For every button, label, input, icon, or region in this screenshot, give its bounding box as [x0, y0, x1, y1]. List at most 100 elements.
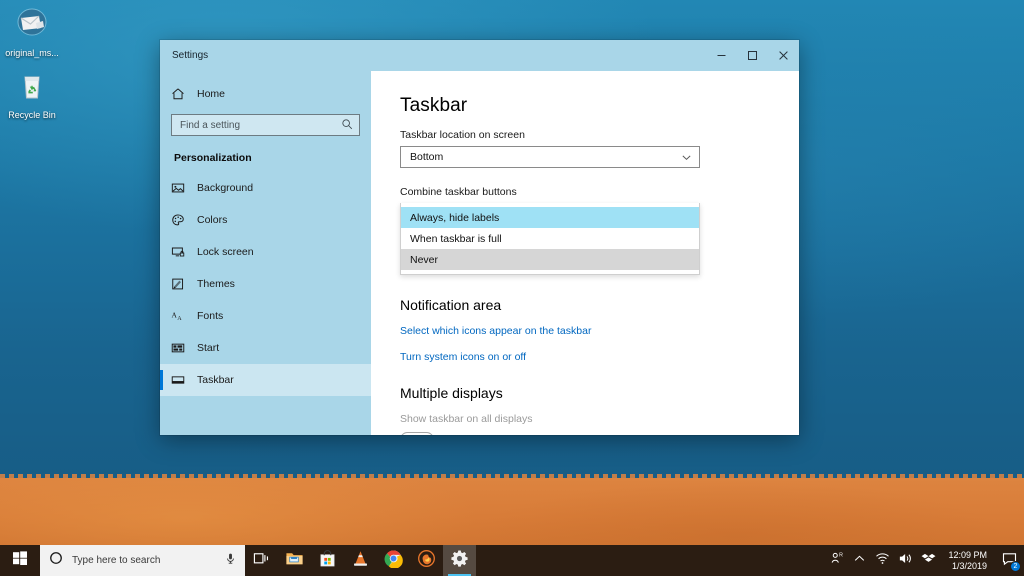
combine-buttons-listbox[interactable]: Always, hide labels When taskbar is full…: [400, 203, 700, 275]
listbox-option-label: Never: [410, 254, 438, 266]
taskbar-search-box[interactable]: Type here to search: [40, 545, 245, 576]
start-button[interactable]: [0, 545, 40, 576]
chevron-up-icon: [853, 552, 866, 570]
link-select-icons-on-taskbar[interactable]: Select which icons appear on the taskbar: [400, 325, 591, 337]
sidebar-item-colors[interactable]: Colors: [160, 204, 371, 236]
desktop-icon-label: original_ms...: [5, 48, 59, 58]
sidebar-item-label: Fonts: [197, 310, 223, 322]
taskbar-app-microsoft-store[interactable]: [311, 545, 344, 576]
show-taskbar-all-displays-toggle[interactable]: [400, 432, 434, 435]
desktop[interactable]: original_ms... Recycle Bin Settings: [0, 0, 1024, 576]
taskbar-app-google-chrome[interactable]: [377, 545, 410, 576]
clock-date: 1/3/2019: [952, 561, 987, 572]
multiple-displays-heading: Multiple displays: [400, 385, 799, 401]
tray-volume-button[interactable]: [894, 545, 917, 576]
taskbar[interactable]: Type here to search: [0, 545, 1024, 576]
maximize-icon: [747, 50, 758, 61]
listbox-option-label: When taskbar is full: [410, 233, 502, 245]
window-body: Home Personalization: [160, 71, 799, 435]
svg-text:R: R: [839, 552, 843, 558]
firefox-circle-icon: [417, 549, 436, 573]
microphone-icon[interactable]: [224, 552, 237, 570]
sidebar-item-lock-screen[interactable]: Lock screen: [160, 236, 371, 268]
themes-brush-icon: [171, 277, 197, 291]
toggle-state-label: Off: [445, 434, 459, 436]
page-title: Taskbar: [400, 95, 799, 117]
taskbar-app-file-explorer[interactable]: [278, 545, 311, 576]
search-input[interactable]: [180, 120, 341, 131]
settings-sidebar[interactable]: Home Personalization: [160, 71, 371, 435]
sidebar-item-fonts[interactable]: A A Fonts: [160, 300, 371, 332]
traffic-cone-icon: [351, 549, 370, 573]
store-bag-icon: [318, 549, 337, 573]
task-view-button[interactable]: [245, 545, 278, 576]
taskbar-location-dropdown[interactable]: Bottom: [400, 146, 700, 168]
taskbar-app-firefox[interactable]: [410, 545, 443, 576]
maximize-button[interactable]: [737, 40, 768, 71]
tray-show-hidden-icons-button[interactable]: [848, 545, 871, 576]
home-icon: [171, 87, 197, 101]
tray-people-button[interactable]: R: [825, 545, 848, 576]
clock[interactable]: 12:09 PM 1/3/2019: [940, 545, 995, 576]
cortana-circle-icon: [49, 551, 63, 570]
fonts-icon: A A: [171, 309, 197, 323]
minimize-icon: [716, 50, 727, 61]
desktop-icon-original-ms[interactable]: original_ms...: [0, 6, 64, 59]
close-button[interactable]: [768, 40, 799, 71]
listbox-option-never[interactable]: Never: [401, 249, 699, 270]
dropbox-icon: [921, 551, 936, 571]
notification-area-heading: Notification area: [400, 297, 799, 313]
clock-time: 12:09 PM: [948, 550, 987, 561]
combine-buttons-label: Combine taskbar buttons: [400, 186, 799, 198]
chrome-icon: [384, 549, 403, 573]
listbox-option-label: Always, hide labels: [410, 212, 499, 224]
desktop-icon-recycle-bin[interactable]: Recycle Bin: [0, 68, 64, 121]
settings-window[interactable]: Settings: [160, 40, 799, 435]
envelope-document-icon: [0, 6, 64, 46]
sidebar-item-background[interactable]: Background: [160, 172, 371, 204]
listbox-bottom-pad: [401, 270, 699, 274]
sidebar-item-taskbar[interactable]: Taskbar: [160, 364, 371, 396]
minimize-button[interactable]: [706, 40, 737, 71]
link-turn-system-icons-on-off[interactable]: Turn system icons on or off: [400, 351, 526, 363]
task-view-icon: [253, 550, 270, 572]
window-title-bar[interactable]: Settings: [160, 40, 799, 71]
gear-icon: [450, 549, 469, 573]
taskbar-location-label: Taskbar location on screen: [400, 129, 799, 141]
desktop-icon-label: Recycle Bin: [8, 110, 56, 120]
taskbar-app-settings[interactable]: [443, 545, 476, 576]
sidebar-item-label: Colors: [197, 214, 227, 226]
tray-network-button[interactable]: [871, 545, 894, 576]
lock-screen-icon: [171, 245, 197, 259]
sidebar-item-themes[interactable]: Themes: [160, 268, 371, 300]
folder-icon: [285, 549, 304, 573]
spacer: [400, 168, 799, 186]
chevron-down-icon: [681, 152, 692, 163]
tray-dropbox-button[interactable]: [917, 545, 940, 576]
windows-logo-icon: [12, 550, 28, 571]
taskbar-search-placeholder: Type here to search: [72, 555, 224, 566]
sidebar-item-start[interactable]: Start: [160, 332, 371, 364]
person-share-icon: R: [830, 551, 844, 570]
sidebar-item-label: Home: [197, 88, 225, 100]
system-tray[interactable]: R: [825, 545, 1024, 576]
sidebar-item-home[interactable]: Home: [160, 78, 371, 110]
taskbar-icon: [171, 373, 197, 387]
recycle-bin-icon: [0, 68, 64, 108]
action-center-badge: 2: [1010, 561, 1021, 572]
taskbar-location-value: Bottom: [410, 151, 681, 163]
listbox-option-when-taskbar-is-full[interactable]: When taskbar is full: [401, 228, 699, 249]
sidebar-item-label: Lock screen: [197, 246, 254, 258]
svg-text:A: A: [177, 316, 182, 322]
sidebar-item-label: Themes: [197, 278, 235, 290]
taskbar-app-vlc[interactable]: [344, 545, 377, 576]
search-box[interactable]: [171, 114, 360, 136]
sidebar-item-label: Start: [197, 342, 219, 354]
palette-icon: [171, 213, 197, 227]
show-taskbar-all-displays-row: Off: [400, 432, 799, 435]
picture-icon: [171, 181, 197, 195]
action-center-button[interactable]: 2: [995, 545, 1024, 576]
sidebar-item-label: Background: [197, 182, 253, 194]
listbox-option-always-hide-labels[interactable]: Always, hide labels: [401, 207, 699, 228]
sidebar-item-label: Taskbar: [197, 374, 234, 386]
